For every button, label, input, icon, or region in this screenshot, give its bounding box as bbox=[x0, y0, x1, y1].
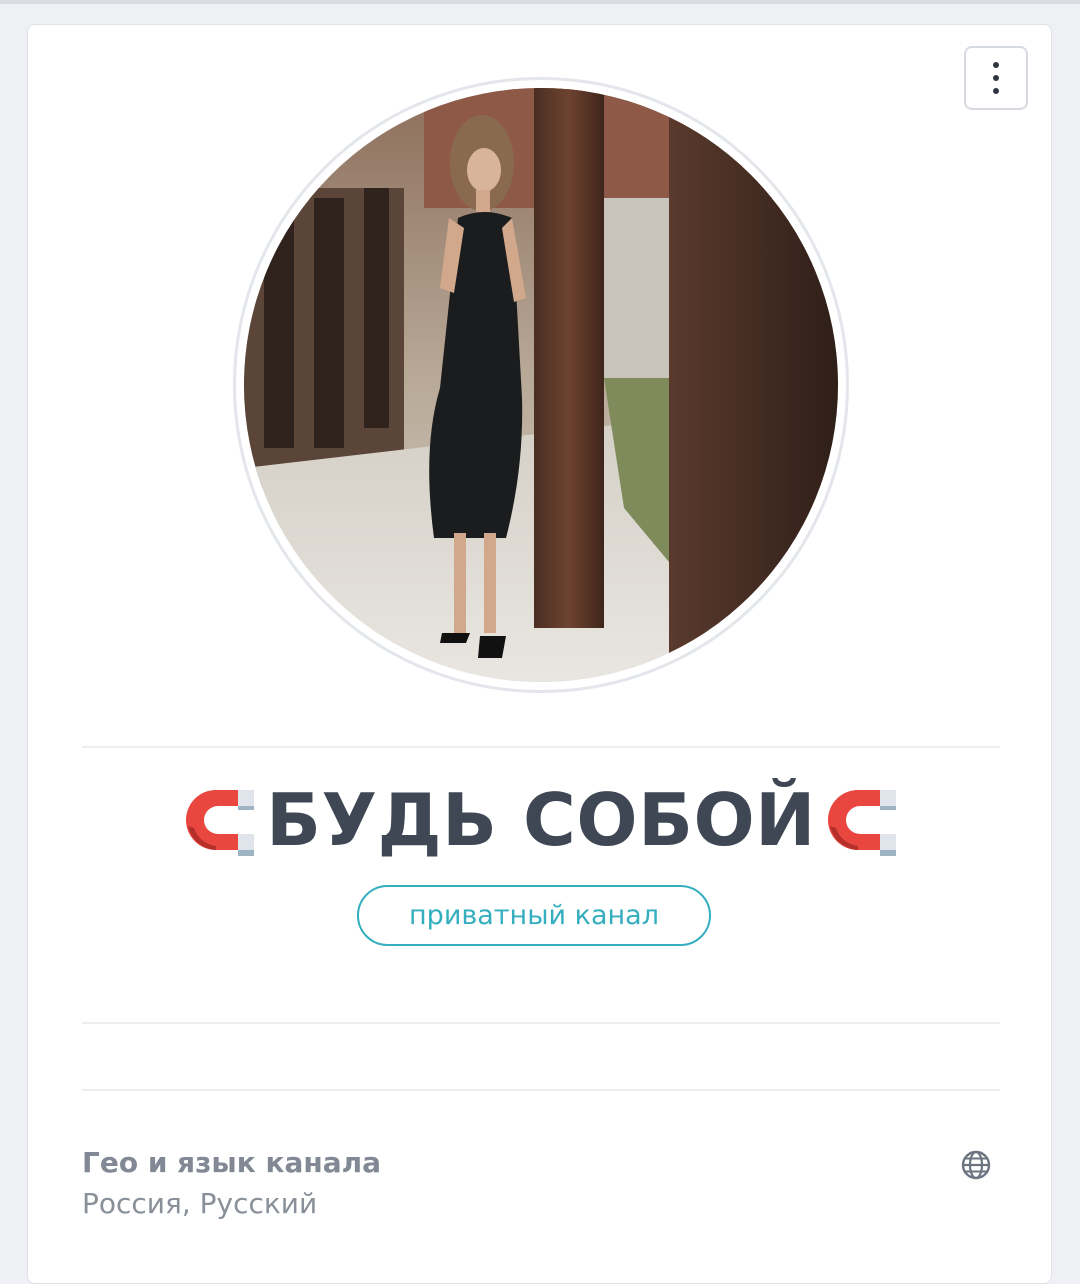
geo-section: Гео и язык канала Россия, Русский bbox=[82, 1143, 1000, 1225]
more-vertical-icon bbox=[993, 62, 999, 68]
geo-title: Гео и язык канала bbox=[82, 1146, 382, 1179]
channel-card: БУДЬ СОБОЙ приватный канал Гео и язык ка… bbox=[27, 24, 1052, 1284]
channel-title: БУДЬ СОБОЙ bbox=[82, 772, 1000, 868]
magnet-icon bbox=[186, 790, 255, 856]
more-options-button[interactable] bbox=[964, 46, 1028, 110]
more-vertical-icon-dot bbox=[993, 88, 999, 94]
avatar-photo bbox=[244, 88, 838, 682]
globe-icon bbox=[961, 1150, 991, 1180]
divider bbox=[82, 1089, 1000, 1091]
top-edge bbox=[0, 0, 1080, 4]
geo-value: Россия, Русский bbox=[82, 1187, 318, 1220]
channel-title-text: БУДЬ СОБОЙ bbox=[266, 778, 816, 862]
divider bbox=[82, 1022, 1000, 1024]
divider bbox=[82, 746, 1000, 748]
channel-avatar[interactable] bbox=[233, 77, 849, 693]
magnet-icon bbox=[827, 790, 896, 856]
private-channel-badge[interactable]: приватный канал bbox=[357, 885, 711, 946]
more-vertical-icon-dot bbox=[993, 75, 999, 81]
